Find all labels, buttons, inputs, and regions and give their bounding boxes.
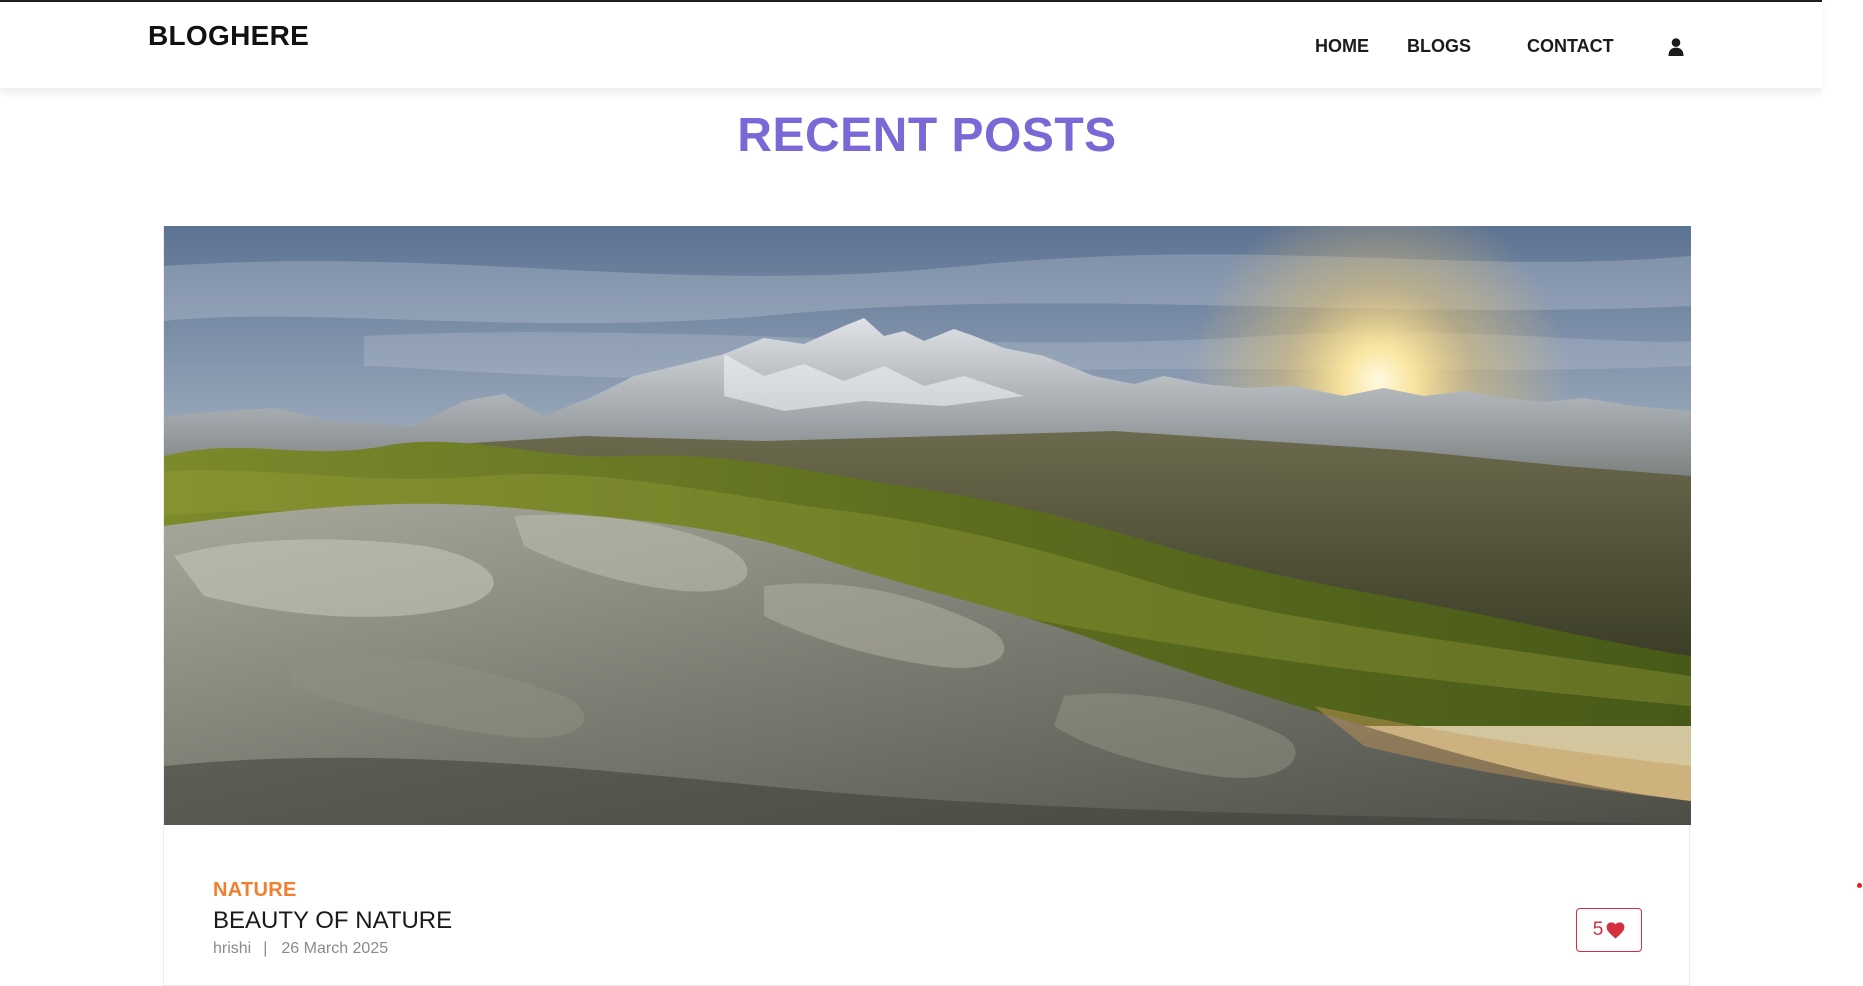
post-date: 26 March 2025 bbox=[281, 940, 389, 957]
post-author: hrishi bbox=[213, 940, 252, 957]
navbar: BLOGHERE HOME BLOGS CONTACT bbox=[0, 2, 1822, 89]
post-meta: hrishi | 26 March 2025 bbox=[213, 940, 388, 958]
scroll-indicator-dot bbox=[1857, 883, 1862, 888]
post-category[interactable]: NATURE bbox=[213, 879, 297, 902]
like-count: 5 bbox=[1592, 919, 1604, 940]
user-icon[interactable] bbox=[1668, 37, 1684, 56]
section-title: RECENT POSTS bbox=[737, 109, 1117, 162]
post-card: NATURE BEAUTY OF NATURE hrishi | 26 Marc… bbox=[163, 226, 1691, 986]
nav-blogs-link[interactable]: BLOGS bbox=[1407, 36, 1471, 57]
heart-icon bbox=[1606, 921, 1625, 939]
post-title[interactable]: BEAUTY OF NATURE bbox=[213, 907, 452, 935]
like-button[interactable]: 5 bbox=[1576, 908, 1642, 952]
nav-contact-link[interactable]: CONTACT bbox=[1527, 36, 1614, 57]
nav-home-link[interactable]: HOME bbox=[1315, 36, 1369, 57]
meta-separator: | bbox=[263, 940, 268, 957]
post-image[interactable] bbox=[164, 226, 1691, 825]
brand-logo[interactable]: BLOGHERE bbox=[148, 20, 309, 52]
nav-menu: HOME BLOGS CONTACT bbox=[1315, 36, 1684, 57]
